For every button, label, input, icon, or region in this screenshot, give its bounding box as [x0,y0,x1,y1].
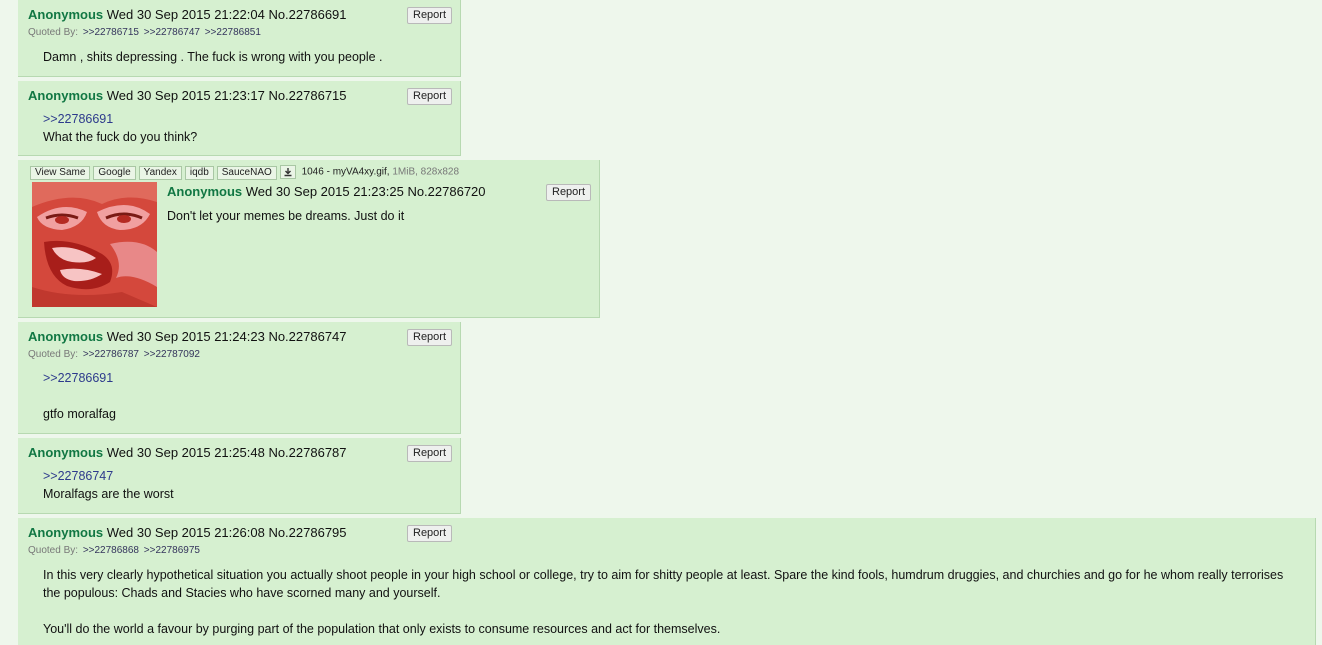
post-date: Wed 30 Sep 2015 21:22:04 [106,7,265,22]
quoted-by-label: Quoted By: [28,27,79,38]
post-message: >>22786691 What the fuck do you think? [43,110,197,146]
poster-name: Anonymous [28,329,104,344]
quoted-by: Quoted By: >>22786787 >>22787092 [28,349,200,360]
message-line: You'll do the world a favour by purging … [43,622,721,636]
file-info: 1MiB, 828x828 [392,166,460,178]
file-name-link[interactable]: 1046 - myVA4xy.gif, [302,167,390,178]
post-date: Wed 30 Sep 2015 21:26:08 [106,525,265,540]
post-header: Anonymous Wed 30 Sep 2015 21:24:23 No.22… [28,329,347,344]
post-date: Wed 30 Sep 2015 21:25:48 [106,445,265,460]
post-header: Anonymous Wed 30 Sep 2015 21:23:17 No.22… [28,88,347,103]
google-button[interactable]: Google [93,165,136,180]
poster-name: Anonymous [28,445,104,460]
backlink[interactable]: >>22786747 [144,27,200,38]
quoted-by-label: Quoted By: [28,349,79,360]
post-22786795: Anonymous Wed 30 Sep 2015 21:26:08 No.22… [18,518,1316,645]
post-header: Anonymous Wed 30 Sep 2015 21:26:08 No.22… [28,525,347,540]
poster-name: Anonymous [28,88,104,103]
post-image-thumbnail[interactable] [32,182,157,307]
backlink[interactable]: >>22786851 [205,27,261,38]
post-date: Wed 30 Sep 2015 21:23:17 [106,88,265,103]
quoted-by-label: Quoted By: [28,545,79,556]
angry-frog-image [32,182,157,307]
post-number-link[interactable]: No.22786795 [268,525,346,540]
post-header: Anonymous Wed 30 Sep 2015 21:22:04 No.22… [28,7,347,22]
report-button[interactable]: Report [407,88,453,105]
message-line: Don't let your memes be dreams. Just do … [167,209,405,223]
backlink[interactable]: >>22787092 [144,349,200,360]
post-header: Anonymous Wed 30 Sep 2015 21:23:25 No.22… [167,184,486,199]
quote-link[interactable]: >>22786691 [43,110,197,128]
backlink[interactable]: >>22786787 [83,349,139,360]
report-button[interactable]: Report [407,7,453,24]
message-line: gtfo moralfag [43,407,116,421]
post-header: Anonymous Wed 30 Sep 2015 21:25:48 No.22… [28,445,347,460]
message-line: In this very clearly hypothetical situat… [43,568,1284,600]
report-button[interactable]: Report [407,445,453,462]
post-number-link[interactable]: No.22786720 [407,184,485,199]
image-toolbar: View Same Google Yandex iqdb SauceNAO 1046 -… [30,165,459,180]
backlink[interactable]: >>22786975 [144,545,200,556]
post-message: Damn , shits depressing . The fuck is wr… [43,48,383,66]
report-button[interactable]: Report [407,525,453,542]
message-line: What the fuck do you think? [43,130,198,144]
quote-link[interactable]: >>22786747 [43,467,174,485]
backlink[interactable]: >>22786868 [83,545,139,556]
post-22786787: Anonymous Wed 30 Sep 2015 21:25:48 No.22… [18,438,461,514]
quoted-by: Quoted By: >>22786715 >>22786747 >>22786… [28,27,261,38]
post-date: Wed 30 Sep 2015 21:24:23 [106,329,265,344]
post-22786715: Anonymous Wed 30 Sep 2015 21:23:17 No.22… [18,81,461,156]
poster-name: Anonymous [28,7,104,22]
poster-name: Anonymous [167,184,243,199]
download-icon[interactable] [279,165,296,179]
post-number-link[interactable]: No.22786747 [268,329,346,344]
report-button[interactable]: Report [546,184,592,201]
report-button[interactable]: Report [407,329,453,346]
post-number-link[interactable]: No.22786691 [268,7,346,22]
message-line: Moralfags are the worst [43,487,174,501]
post-number-link[interactable]: No.22786787 [268,445,346,460]
post-22786720: View Same Google Yandex iqdb SauceNAO 1046 -… [18,160,600,318]
post-message: In this very clearly hypothetical situat… [43,566,1298,638]
post-date: Wed 30 Sep 2015 21:23:25 [245,184,404,199]
poster-name: Anonymous [28,525,104,540]
post-22786747: Anonymous Wed 30 Sep 2015 21:24:23 No.22… [18,322,461,434]
post-message: >>22786691 gtfo moralfag [43,369,116,423]
quote-link[interactable]: >>22786691 [43,369,116,387]
view-same-button[interactable]: View Same [30,165,91,180]
message-line: Damn , shits depressing . The fuck is wr… [43,50,383,64]
backlink[interactable]: >>22786715 [83,27,139,38]
saucenao-button[interactable]: SauceNAO [216,165,277,180]
iqdb-button[interactable]: iqdb [184,165,214,180]
quoted-by: Quoted By: >>22786868 >>22786975 [28,545,200,556]
post-number-link[interactable]: No.22786715 [268,88,346,103]
yandex-button[interactable]: Yandex [138,165,182,180]
post-22786691: Anonymous Wed 30 Sep 2015 21:22:04 No.22… [18,0,461,77]
post-message: Don't let your memes be dreams. Just do … [167,207,404,225]
post-message: >>22786747 Moralfags are the worst [43,467,174,503]
